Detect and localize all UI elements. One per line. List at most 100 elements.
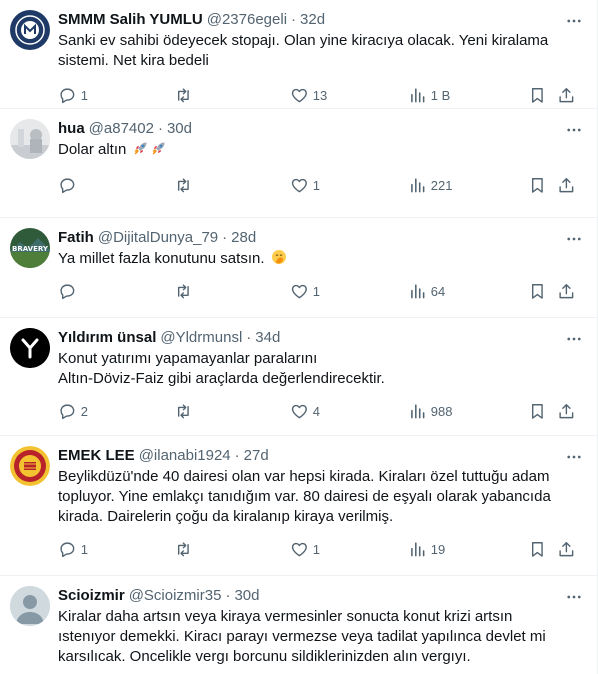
timestamp[interactable]: 34d	[255, 328, 280, 348]
tweet[interactable]: Yıldırım ünsal @Yldrmunsl · 34d Konut ya…	[0, 318, 597, 436]
separator-dot: ·	[225, 587, 231, 604]
like-button[interactable]: 1	[290, 540, 408, 560]
reply-button[interactable]: 1	[58, 540, 174, 560]
retweet-button[interactable]	[174, 281, 290, 301]
views-button[interactable]: 988	[408, 401, 528, 421]
view-count: 1 B	[430, 88, 451, 103]
views-button[interactable]: 1 B	[408, 86, 528, 106]
display-name[interactable]: Fatih	[58, 228, 94, 248]
bookmark-button[interactable]	[528, 281, 557, 301]
user-handle[interactable]: @ilanabi1924	[139, 446, 231, 466]
views-button[interactable]: 221	[408, 175, 528, 195]
timestamp[interactable]: 32d	[300, 10, 325, 30]
share-button[interactable]	[557, 86, 577, 106]
tweet-text-content: Ya millet fazla konutunu satsın.	[58, 250, 265, 267]
reply-button[interactable]	[58, 175, 174, 195]
timestamp[interactable]: 30d	[167, 119, 192, 139]
svg-text:BRAVERY: BRAVERY	[12, 245, 49, 253]
tweet[interactable]: Scioizmir @Scioizmir35 · 30d Kiralar dah…	[0, 576, 597, 674]
tweet[interactable]: hua @a87402 · 30d Dolar altın 1 221	[0, 109, 597, 218]
views-button[interactable]: 64	[408, 281, 528, 301]
bookmark-button[interactable]	[528, 86, 557, 106]
user-handle[interactable]: @DijitalDunya_79	[98, 228, 218, 248]
tweet[interactable]: EMEK LEE @ilanabi1924 · 27d Beylikdüzü'n…	[0, 436, 597, 576]
more-options-icon[interactable]	[565, 448, 583, 466]
heart-icon	[291, 404, 307, 418]
reply-button[interactable]: 1	[58, 86, 174, 106]
view-count: 221	[430, 177, 453, 193]
retweet-button[interactable]	[174, 175, 290, 195]
more-options-icon[interactable]	[565, 12, 583, 30]
action-bar: 1 64	[58, 269, 585, 313]
bookmark-icon	[531, 88, 543, 103]
retweet-button[interactable]	[174, 401, 290, 421]
reply-icon	[60, 88, 75, 104]
avatar[interactable]	[10, 10, 50, 50]
views-button[interactable]: 19	[408, 540, 528, 560]
action-bar: 1 221	[58, 160, 585, 210]
tweet[interactable]: SMMM Salih YUMLU @2376egeli · 32d Sanki …	[0, 0, 597, 109]
share-button[interactable]	[557, 175, 577, 195]
action-bar: 1 1 19	[58, 527, 585, 572]
separator-dot: ·	[246, 329, 252, 346]
timestamp[interactable]: 28d	[231, 228, 256, 248]
heart-icon	[291, 542, 307, 557]
user-handle[interactable]: @a87402	[89, 119, 154, 139]
reply-count: 1	[80, 542, 88, 557]
more-options-icon[interactable]	[565, 588, 583, 606]
bookmark-button[interactable]	[528, 401, 557, 421]
bookmark-button[interactable]	[528, 540, 557, 560]
view-count: 19	[430, 542, 446, 557]
like-count: 4	[312, 403, 320, 419]
reply-button[interactable]	[58, 281, 174, 301]
retweet-button[interactable]	[174, 540, 290, 560]
share-button[interactable]	[557, 281, 577, 301]
tweet-text: Ya millet fazla konutunu satsın.	[58, 249, 585, 269]
timestamp[interactable]: 30d	[234, 586, 259, 606]
user-handle[interactable]: @Scioizmir35	[129, 586, 222, 606]
user-handle[interactable]: @2376egeli	[207, 10, 287, 30]
reply-icon	[60, 404, 75, 419]
like-count: 13	[312, 88, 328, 103]
tweet-text: Konut yatırımı yapamayanlar paralarını A…	[58, 350, 385, 387]
like-button[interactable]: 1	[290, 281, 408, 301]
share-icon	[559, 403, 574, 418]
user-handle[interactable]: @Yldrmunsl	[160, 328, 242, 348]
retweet-icon	[177, 542, 189, 557]
display-name[interactable]: EMEK LEE	[58, 446, 135, 466]
bookmark-icon	[531, 177, 543, 193]
default-avatar[interactable]	[10, 586, 50, 626]
like-button[interactable]: 4	[290, 401, 408, 421]
display-name[interactable]: hua	[58, 119, 85, 139]
bookmark-button[interactable]	[528, 175, 557, 195]
view-count: 988	[430, 403, 453, 419]
tweet[interactable]: BRAVERY Fatih @DijitalDunya_79 · 28d Ya …	[0, 218, 597, 318]
share-icon	[559, 283, 574, 298]
like-count: 1	[312, 283, 320, 299]
avatar[interactable]	[10, 446, 50, 486]
reply-button[interactable]: 2	[58, 401, 174, 421]
like-count: 1	[312, 542, 320, 557]
tweet-text: Beylikdüzü'nde 40 dairesi olan var hepsi…	[58, 468, 551, 525]
more-options-icon[interactable]	[565, 330, 583, 348]
avatar[interactable]	[10, 328, 50, 368]
display-name[interactable]: SMMM Salih YUMLU	[58, 10, 203, 30]
like-button[interactable]: 13	[290, 86, 408, 106]
more-options-icon[interactable]	[565, 230, 583, 248]
share-icon	[559, 88, 574, 103]
share-button[interactable]	[557, 401, 577, 421]
like-button[interactable]: 1	[290, 175, 408, 195]
separator-dot: ·	[222, 229, 228, 246]
avatar[interactable]	[10, 119, 50, 159]
timestamp[interactable]: 27d	[244, 446, 269, 466]
tweet-text: Dolar altın	[58, 140, 585, 160]
reply-icon	[60, 542, 75, 558]
retweet-icon	[177, 88, 189, 103]
display-name[interactable]: Yıldırım ünsal	[58, 328, 156, 348]
more-options-icon[interactable]	[565, 121, 583, 139]
share-button[interactable]	[557, 540, 577, 560]
display-name[interactable]: Scioizmir	[58, 586, 125, 606]
avatar[interactable]: BRAVERY	[10, 228, 50, 268]
retweet-button[interactable]	[174, 86, 290, 106]
like-count: 1	[312, 177, 320, 193]
